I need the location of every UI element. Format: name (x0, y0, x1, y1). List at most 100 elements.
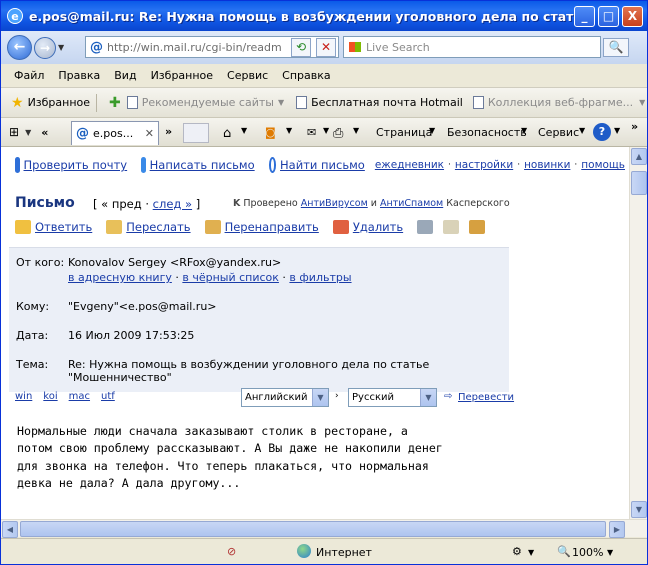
horizontal-scroll-thumb[interactable] (20, 521, 606, 537)
search-input[interactable]: Live Search (366, 41, 430, 54)
scroll-down-icon[interactable]: ▼ (631, 501, 647, 518)
close-button[interactable]: X (622, 6, 643, 27)
privacy-icon[interactable]: ⊘ (227, 545, 236, 558)
dropdown-icon: ▼ (639, 98, 646, 107)
dropdown-icon[interactable]: ▼ (614, 126, 620, 135)
history-dropdown-icon[interactable]: ▼ (58, 43, 64, 52)
menu-favorites[interactable]: Избранное (151, 69, 213, 82)
scroll-right-icon[interactable]: ▶ (609, 521, 625, 538)
page-content: Проверить почту Написать письмо Найти пи… (1, 147, 629, 519)
dropdown-icon[interactable]: ▼ (241, 126, 247, 135)
menu-view[interactable]: Вид (114, 69, 136, 82)
safety-menu[interactable]: Безопасность (447, 126, 527, 139)
mail-icon[interactable]: ✉ (307, 126, 316, 139)
menu-help[interactable]: Справка (282, 69, 330, 82)
compose-link[interactable]: Написать письмо (150, 158, 255, 172)
home-icon[interactable]: ⌂ (223, 126, 231, 141)
antivirus-link[interactable]: АнтиВирусом (301, 198, 368, 209)
favorites-button[interactable]: Избранное (28, 96, 90, 109)
settings-link[interactable]: настройки (455, 159, 513, 171)
encoding-utf[interactable]: utf (101, 391, 115, 402)
encoding-win[interactable]: win (15, 391, 32, 402)
add-to-addressbook-link[interactable]: в адресную книгу (68, 271, 172, 284)
menu-tools[interactable]: Сервис (227, 69, 268, 82)
fav-item-hotmail[interactable]: Бесплатная почта Hotmail (296, 96, 463, 109)
tab-list-dropdown-icon[interactable]: ▼ (25, 128, 31, 137)
next-link[interactable]: след » (153, 197, 192, 211)
translate-to-select[interactable]: Русский ▼ (348, 388, 437, 407)
dropdown-icon[interactable]: ▼ (353, 126, 359, 135)
scroll-up-icon[interactable]: ▲ (631, 148, 647, 165)
redirect-icon (204, 220, 221, 234)
save-icon[interactable] (469, 220, 486, 234)
status-bar: ⊘ Интернет ⚙ ▼ 🔍 100% ▼ (1, 538, 647, 564)
encoding-mac[interactable]: mac (69, 391, 90, 402)
back-button[interactable]: ← (7, 35, 32, 60)
page-menu[interactable]: Страница (376, 126, 432, 139)
scroll-thumb[interactable] (631, 171, 647, 195)
menu-edit[interactable]: Правка (58, 69, 100, 82)
separator (96, 93, 98, 112)
encoding-koi[interactable]: koi (43, 391, 57, 402)
minimize-button[interactable]: _ (574, 6, 595, 27)
kaspersky-check: K Проверено АнтиВирусом и АнтиСпамом Кас… (233, 198, 510, 209)
calendar-link[interactable]: ежедневник (375, 159, 444, 171)
dropdown-icon[interactable]: ▼ (286, 126, 292, 135)
chevron-down-icon: ▼ (312, 389, 328, 406)
reply-button[interactable]: Ответить (15, 220, 92, 234)
forward-button[interactable]: → (34, 36, 56, 59)
print-icon[interactable]: ⎙ (333, 126, 343, 141)
quick-tabs-icon[interactable]: ⊞ (9, 125, 19, 139)
message-headers: От кого: Konovalov Sergey <RFox@yandex.r… (9, 247, 509, 392)
ie-page-icon (472, 96, 484, 109)
to-row: Кому: "Evgeny"<e.pos@mail.ru> (9, 288, 509, 317)
antispam-link[interactable]: АнтиСпамом (380, 198, 443, 209)
zoom-dropdown-icon[interactable]: ▼ (607, 548, 613, 557)
find-mail-link[interactable]: Найти письмо (280, 158, 365, 172)
scroll-tabs-right-icon[interactable]: » (165, 125, 172, 138)
separator-dot: · (517, 160, 521, 170)
help-link[interactable]: помощь (581, 159, 625, 171)
zoom-level[interactable]: 100% (572, 546, 603, 559)
news-link[interactable]: новинки (524, 159, 570, 171)
filters-link[interactable]: в фильтры (289, 271, 351, 284)
toolbar-overflow-icon[interactable]: » (631, 120, 638, 133)
scroll-left-icon[interactable]: ◀ (2, 521, 18, 538)
tools-menu[interactable]: Сервис (538, 126, 579, 139)
redirect-button[interactable]: Перенаправить (204, 220, 319, 234)
translate-from-select[interactable]: Английский ▼ (241, 388, 329, 407)
maximize-button[interactable]: □ (598, 6, 619, 27)
horizontal-scrollbar[interactable]: ◀ ▶ (1, 519, 647, 538)
scroll-tabs-left-icon[interactable]: « (41, 126, 48, 139)
stop-icon[interactable]: ✕ (316, 38, 336, 57)
print-icon[interactable] (417, 220, 434, 234)
rfc-icon[interactable] (443, 220, 460, 234)
blacklist-link[interactable]: в чёрный список (182, 271, 279, 284)
vertical-scrollbar[interactable]: ▲ ▼ (629, 147, 647, 519)
protected-mode-icon[interactable]: ⚙ (512, 545, 522, 558)
delete-button[interactable]: Удалить (332, 220, 403, 234)
add-favorite-icon[interactable]: ✚ (109, 95, 121, 111)
forward-button[interactable]: Переслать (106, 220, 191, 234)
translate-link[interactable]: Перевести (458, 392, 514, 403)
fav-item-suggested[interactable]: Рекомендуемые сайты ▼ (126, 96, 284, 109)
fav-item-webslices[interactable]: Коллекция веб-фрагме... ▼ (472, 96, 646, 109)
window-title: e.pos@mail.ru: Re: Нужна помощь в возбуж… (29, 8, 589, 24)
tab-current[interactable]: @ e.pos... ✕ (71, 121, 159, 145)
favorites-star-icon[interactable]: ★ (11, 95, 24, 111)
menu-file[interactable]: Файл (14, 69, 44, 82)
refresh-icon[interactable]: ⟲ (291, 38, 311, 57)
tab-close-icon[interactable]: ✕ (145, 127, 154, 140)
message-body: Нормальные люди сначала заказывают столи… (17, 424, 443, 491)
search-box[interactable]: Live Search (343, 36, 601, 58)
new-tab-button[interactable] (183, 123, 209, 143)
help-icon[interactable]: ? (593, 123, 611, 141)
prev-link[interactable]: « пред (101, 197, 142, 211)
feeds-icon[interactable]: ◙ (265, 126, 276, 139)
check-mail-link[interactable]: Проверить почту (24, 158, 128, 172)
arrow-right-icon: › (335, 391, 339, 401)
dropdown-icon[interactable]: ▼ (528, 548, 534, 557)
favorites-bar: ★ Избранное ✚ Рекомендуемые сайты ▼ Бесп… (1, 88, 647, 118)
search-button[interactable]: 🔍 (603, 38, 629, 57)
dropdown-icon[interactable]: ▼ (323, 126, 329, 135)
